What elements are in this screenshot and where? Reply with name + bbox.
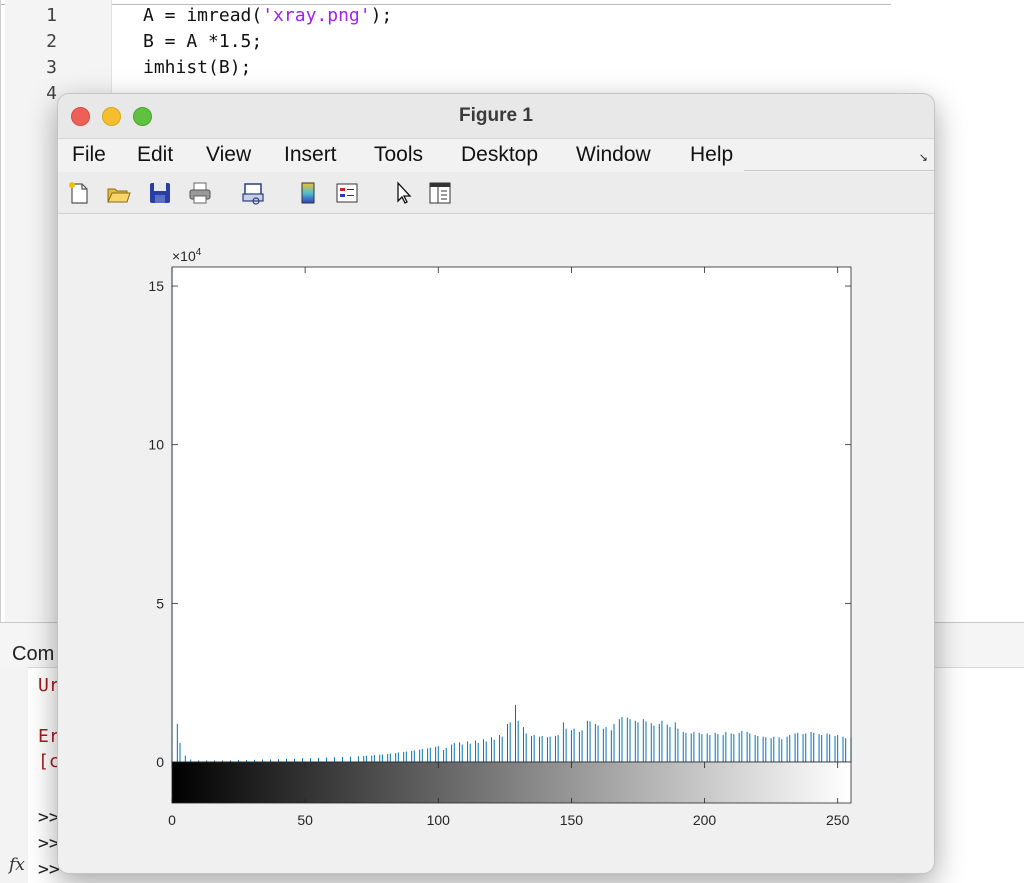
menu-window[interactable]: Window [576,143,651,167]
code-line-2[interactable]: B = A *1.5; [143,31,262,52]
dock-arrow-icon[interactable]: ↘ [919,151,928,164]
line-number: 4 [46,83,57,104]
command-window-title: Com [12,643,55,665]
x-tick-label: 0 [168,812,176,828]
property-inspector-icon[interactable] [427,180,453,206]
code-text: imhist(B); [143,57,252,78]
figure-menubar: File Edit View Insert Tools Desktop Wind… [58,139,934,172]
code-text: ); [370,5,393,26]
insert-colorbar-icon[interactable] [295,180,321,206]
figure-toolbar [58,173,934,214]
menu-view[interactable]: View [206,143,251,167]
line-number: 2 [46,31,57,52]
command-window-gutter [0,667,28,883]
new-figure-icon[interactable] [66,180,92,206]
code-line-1[interactable]: A = imread('xray.png'); [143,5,392,26]
line-number: 1 [46,5,57,26]
y-tick-label: 0 [156,754,164,770]
menu-tools[interactable]: Tools [374,143,423,167]
function-browser-icon[interactable]: fx [9,855,25,875]
menu-help[interactable]: Help [690,143,733,167]
y-tick-label: 5 [156,595,164,611]
intensity-colorbar [171,761,852,804]
code-line-3[interactable]: imhist(B); [143,57,251,78]
histogram-chart[interactable]: 0 5 10 15 ×104 0 50 100 150 200 250 [58,214,934,873]
save-icon[interactable] [147,180,173,206]
code-text: A = imread( [143,5,263,26]
y-exponent-label: ×104 [172,247,202,264]
edit-plot-pointer-icon[interactable] [391,180,417,206]
code-text: B = A *1.5; [143,31,263,52]
x-tick-label: 100 [427,812,451,828]
open-file-icon[interactable] [105,180,131,206]
x-tick-label: 250 [826,812,850,828]
menu-insert[interactable]: Insert [284,143,337,167]
print-icon[interactable] [187,180,213,206]
insert-legend-icon[interactable] [334,180,360,206]
figure-title: Figure 1 [459,105,533,126]
menubar-divider [744,170,934,171]
editor-tab-strip [1,0,891,5]
figure-window[interactable]: Figure 1 File Edit View Insert Tools Des… [57,93,935,874]
menu-desktop[interactable]: Desktop [461,143,538,167]
x-tick-label: 150 [560,812,584,828]
code-string: 'xray.png' [262,5,371,26]
y-exponent-power: 4 [196,247,202,258]
y-tick-label: 15 [148,278,164,294]
menu-file[interactable]: File [72,143,106,167]
line-number: 3 [46,57,57,78]
axes-background [172,267,851,762]
x-tick-label: 50 [297,812,313,828]
y-tick-label: 10 [148,437,164,453]
x-tick-label: 200 [693,812,717,828]
figure-titlebar[interactable]: Figure 1 [58,94,934,139]
menu-edit[interactable]: Edit [137,143,173,167]
link-plot-icon[interactable] [240,180,266,206]
figure-canvas[interactable]: 0 5 10 15 ×104 0 50 100 150 200 250 [58,214,934,873]
